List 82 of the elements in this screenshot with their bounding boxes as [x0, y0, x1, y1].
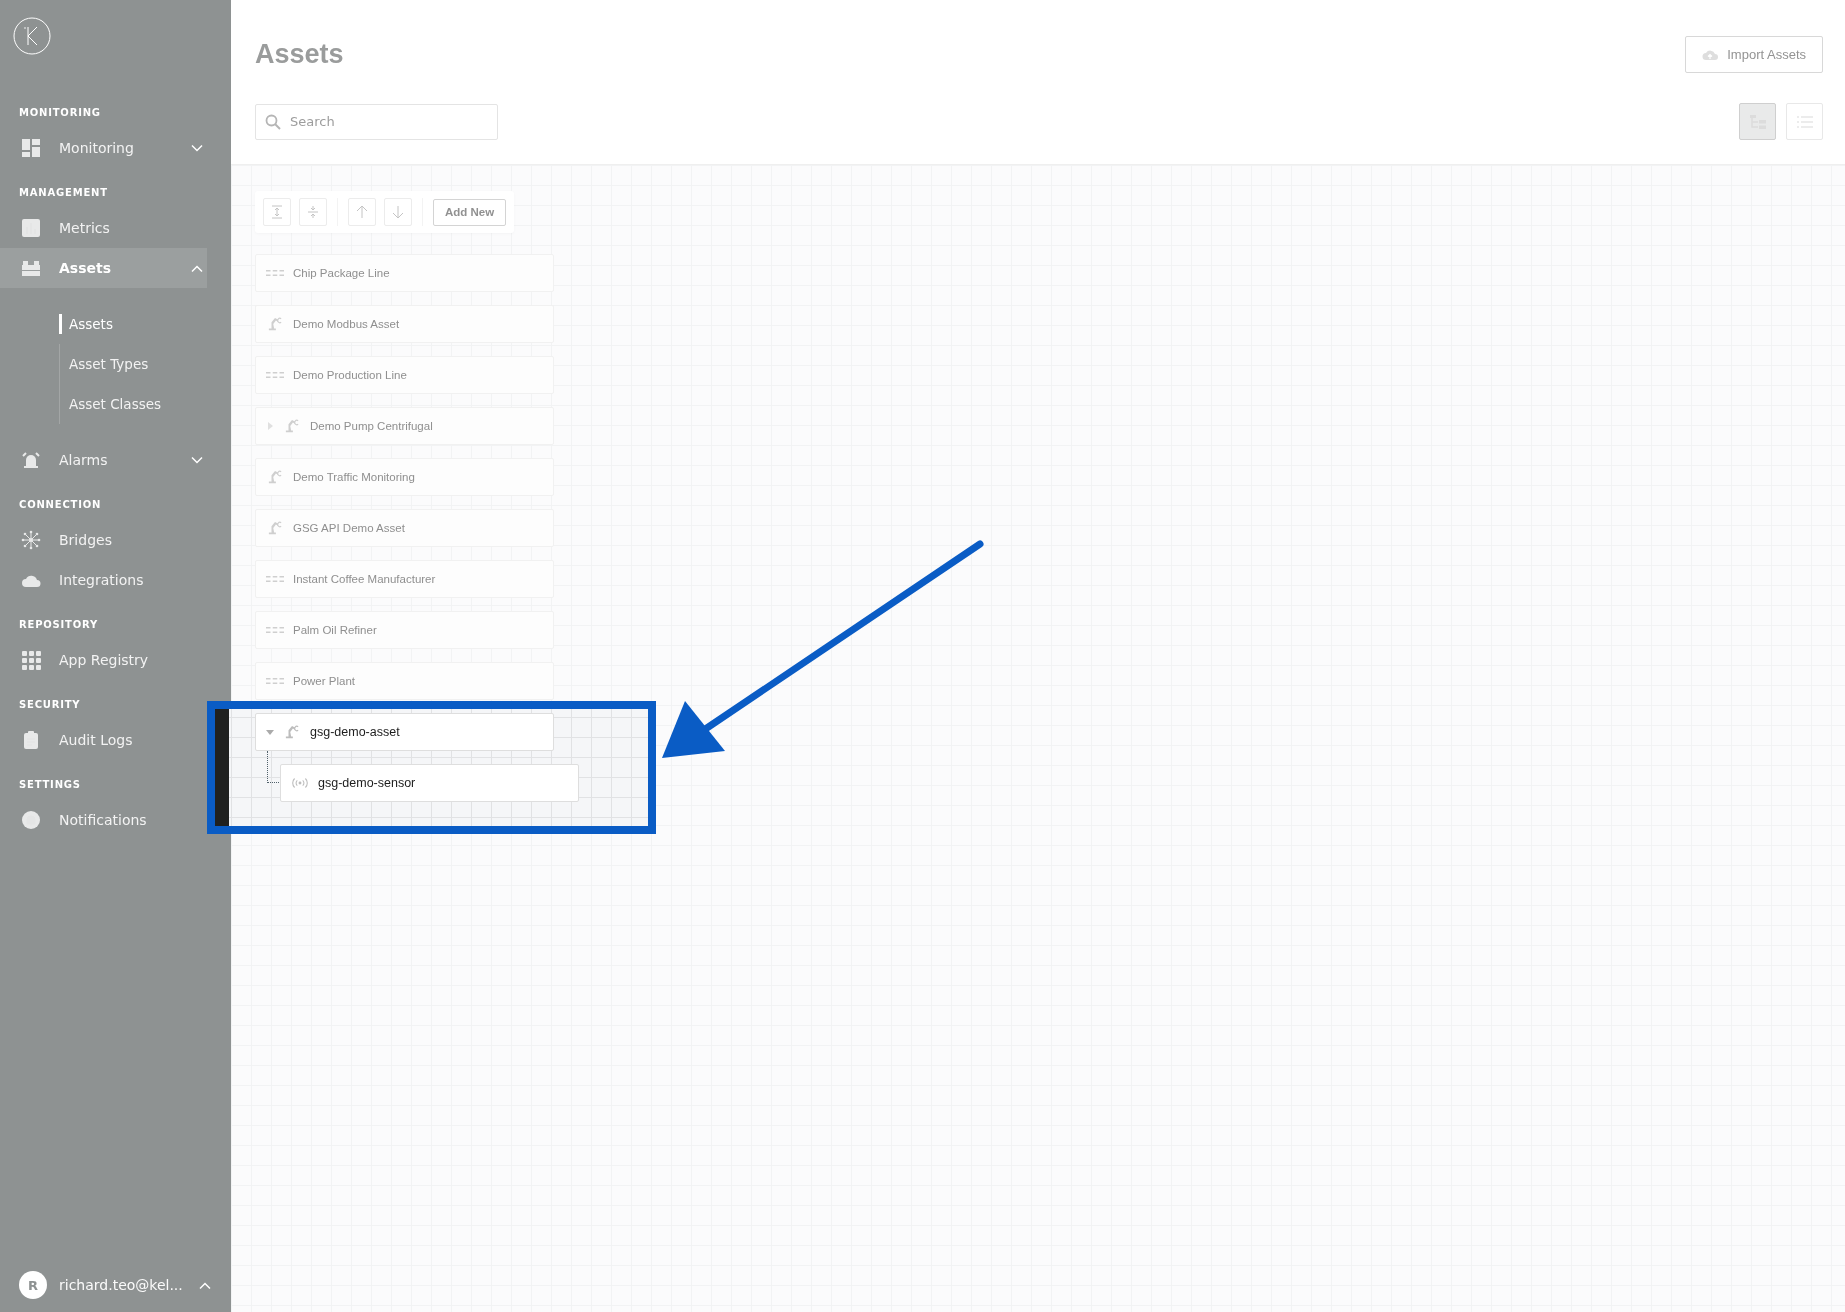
nav-label: Audit Logs [59, 732, 134, 748]
nav-item[interactable]: App Registry [0, 640, 207, 680]
asset-name: Demo Traffic Monitoring [293, 471, 415, 483]
alarm-icon [21, 450, 41, 470]
section-heading: MONITORING [18, 106, 102, 120]
section-heading: MANAGEMENT [18, 186, 109, 200]
section-heading: SECURITY [18, 698, 82, 712]
robot-arm-icon [283, 419, 301, 433]
nav-item[interactable]: Alarms [0, 440, 207, 480]
apps-icon [21, 650, 41, 670]
search-icon [265, 113, 281, 130]
asset-row[interactable]: Power Plant [255, 662, 554, 700]
asset-row[interactable]: GSG API Demo Asset [255, 509, 554, 547]
cloud-upload-icon [1702, 48, 1719, 61]
asset-row[interactable]: Demo Production Line [255, 356, 554, 394]
section-heading: SETTINGS [18, 778, 82, 792]
nav-item[interactable]: Bridges [0, 520, 207, 560]
chevron-icon[interactable] [191, 143, 203, 153]
robot-arm-icon [266, 317, 284, 331]
up-button[interactable] [348, 198, 376, 226]
page-title: Assets [255, 39, 344, 70]
asset-name: gsg-demo-asset [310, 725, 400, 739]
briefcase-icon [21, 258, 41, 278]
nav-label: Bridges [59, 532, 113, 548]
import-button[interactable]: Import Assets [1685, 36, 1823, 73]
user-name[interactable]: richard.teo@kel... [59, 1277, 187, 1293]
caret-icon[interactable] [266, 422, 274, 430]
robot-arm-icon [266, 521, 284, 535]
robot-arm-icon [266, 470, 284, 484]
expand-button[interactable] [263, 198, 291, 226]
asset-name: Demo Production Line [293, 369, 407, 381]
chevron-icon[interactable] [199, 1280, 211, 1290]
dashboard-icon [21, 138, 41, 158]
nav-item[interactable]: Integrations [0, 560, 207, 600]
section-heading: REPOSITORY [18, 618, 99, 632]
nav-label: Monitoring [59, 140, 135, 156]
asset-name: gsg-demo-sensor [318, 776, 416, 790]
nav-label: Alarms [59, 452, 109, 468]
asset-name: GSG API Demo Asset [293, 522, 405, 534]
asset-name: Demo Pump Centrifugal [310, 420, 433, 432]
asset-name: Demo Modbus Asset [293, 318, 400, 330]
asset-row[interactable]: Palm Oil Refiner [255, 611, 554, 649]
down-button[interactable] [384, 198, 412, 226]
nav-item[interactable]: Assets [0, 248, 207, 288]
chevron-icon[interactable] [191, 455, 203, 465]
robot-arm-icon [283, 725, 301, 739]
nav-item[interactable]: Audit Logs [0, 720, 207, 760]
asset-name: Instant Coffee Manufacturer [293, 573, 436, 585]
nav-label: App Registry [59, 652, 150, 668]
asset-name: Palm Oil Refiner [293, 624, 377, 636]
nav-label: Integrations [59, 572, 145, 588]
asset-name: Chip Package Line [293, 267, 390, 279]
add-new-button[interactable]: Add New [433, 198, 507, 226]
caret-icon[interactable] [266, 728, 274, 736]
asset-row[interactable]: gsg-demo-asset [255, 713, 554, 751]
asset-row[interactable]: Demo Traffic Monitoring [255, 458, 554, 496]
asset-row[interactable]: Demo Pump Centrifugal [255, 407, 554, 445]
nav-item[interactable]: Metrics [0, 208, 207, 248]
bridge-icon [21, 530, 41, 550]
nav-item[interactable]: Notifications [0, 800, 207, 840]
collapse-button[interactable] [299, 198, 327, 226]
down-arrow-icon [390, 204, 406, 220]
section-heading: CONNECTION [18, 498, 103, 512]
up-arrow-icon [354, 204, 370, 220]
asset-name: Power Plant [293, 675, 355, 687]
clipboard-icon [21, 730, 41, 750]
nav-item[interactable]: Monitoring [0, 128, 207, 168]
asset-row[interactable]: Instant Coffee Manufacturer [255, 560, 554, 598]
chevron-icon[interactable] [191, 263, 203, 273]
asset-row[interactable]: Demo Modbus Asset [255, 305, 554, 343]
nav-label: Assets [59, 260, 113, 276]
signal-icon [291, 776, 309, 790]
search-field[interactable]: Search [255, 103, 498, 140]
tree-view-button[interactable] [1739, 103, 1776, 140]
logo-icon[interactable] [13, 17, 51, 55]
collapse-icon [305, 204, 321, 220]
user-avatar[interactable]: R [19, 1271, 47, 1299]
nav-label: Metrics [59, 220, 111, 236]
nav-label: Notifications [59, 812, 148, 828]
asset-row[interactable]: gsg-demo-sensor [280, 764, 579, 802]
expand-icon [269, 204, 285, 220]
asset-row[interactable]: Chip Package Line [255, 254, 554, 292]
